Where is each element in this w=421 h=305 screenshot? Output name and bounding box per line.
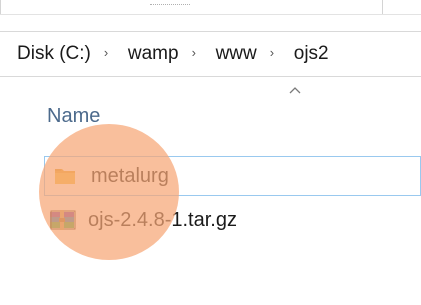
address-bar[interactable]: Disk (C:) › wamp › www › ojs2 [0,31,421,77]
chevron-right-icon[interactable]: › [104,45,114,60]
ribbon-strip [0,0,421,15]
divider [0,0,1,14]
folder-icon [53,165,77,187]
list-item-folder[interactable]: metalurg [44,156,421,196]
column-header-name[interactable]: Name [47,105,100,128]
file-explorer-window: Disk (C:) › wamp › www › ojs2 Name metal… [0,0,421,305]
list-item-archive[interactable]: ojs-2.4.8-1.tar.gz [44,200,421,240]
divider [382,0,383,14]
file-list: Name metalurg ojs-2.4.8-1.tar.gz [0,78,421,305]
chevron-right-icon[interactable]: › [270,45,280,60]
breadcrumb-wamp[interactable]: wamp [128,43,179,65]
breadcrumb-disk-c[interactable]: Disk (C:) [17,43,91,65]
chevron-right-icon[interactable]: › [192,45,202,60]
winrar-archive-icon [49,209,76,231]
breadcrumb-www[interactable]: www [216,43,257,65]
cut-off-ribbon-item [150,0,190,5]
list-item-label: metalurg [91,164,169,187]
list-item-label: ojs-2.4.8-1.tar.gz [88,208,237,231]
chevron-up-icon[interactable] [288,84,302,96]
breadcrumb-ojs2[interactable]: ojs2 [294,43,329,65]
